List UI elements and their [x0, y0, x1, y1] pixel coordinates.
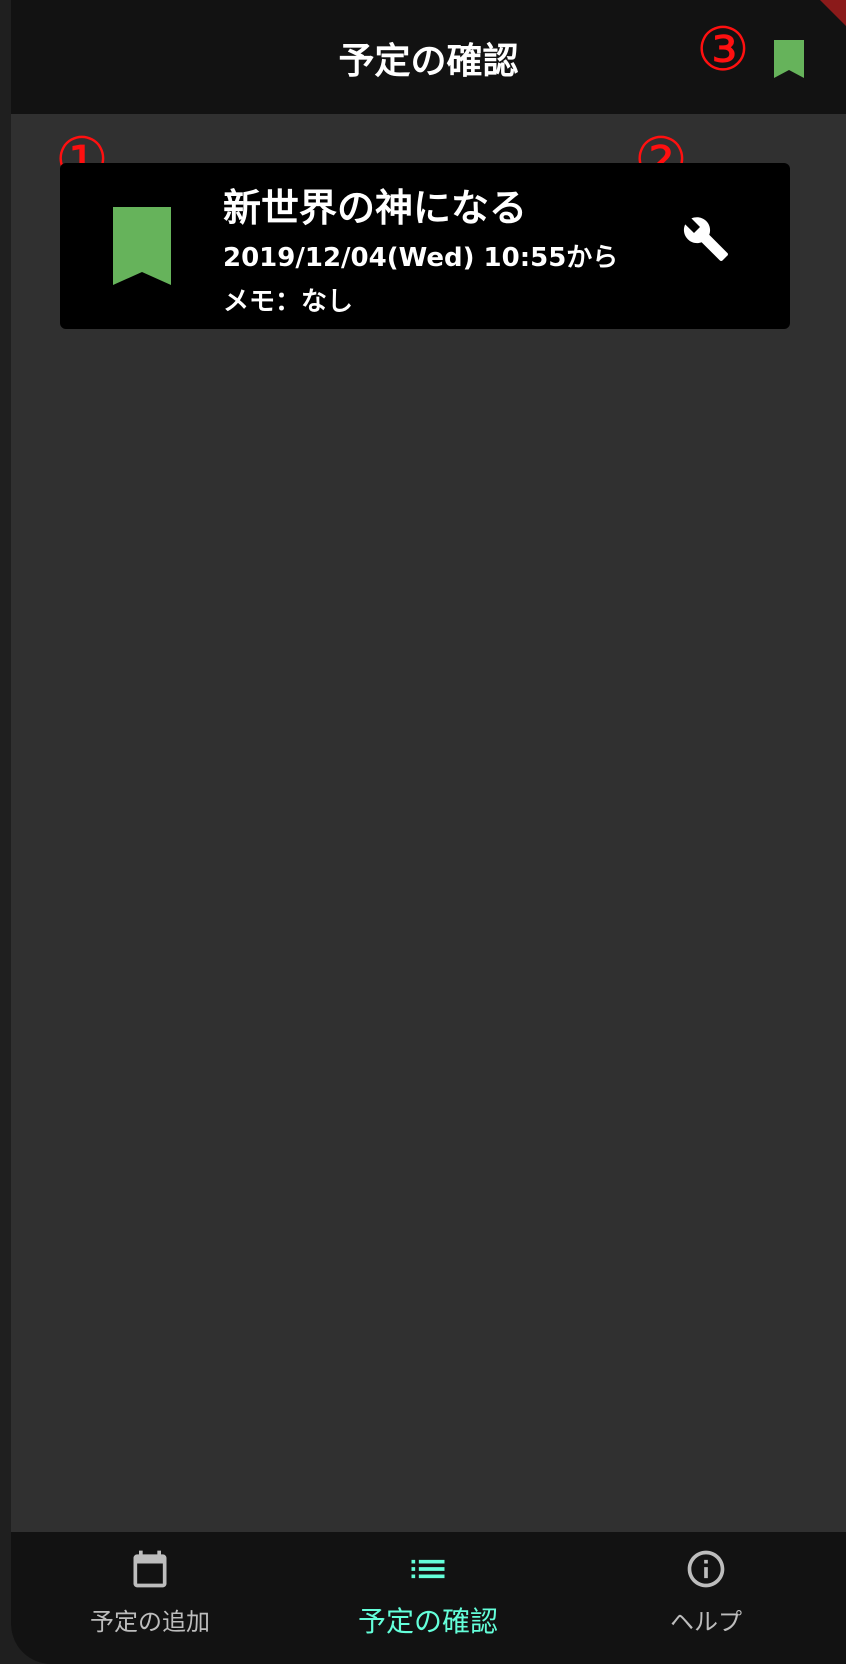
bookmark-icon[interactable]	[113, 207, 171, 285]
bottom-navigation: 予定の追加 予定の確認 ヘルプ	[11, 1532, 846, 1664]
nav-label: 予定の追加	[90, 1608, 210, 1636]
calendar-icon	[133, 1550, 167, 1588]
nav-item-add-schedule[interactable]: 予定の追加	[11, 1532, 289, 1664]
app-screen: 予定の確認 ③ ① ② 新世界の神になる 2019/12/04(Wed) 10:…	[11, 0, 846, 1664]
annotation-marker-3: ③	[696, 15, 750, 85]
nav-label: 予定の確認	[357, 1605, 498, 1638]
app-bar: 予定の確認 ③	[11, 0, 846, 114]
nav-label: ヘルプ	[670, 1608, 742, 1636]
schedule-memo: メモ：なし	[223, 287, 354, 317]
bookmark-icon[interactable]	[774, 40, 804, 78]
nav-item-help[interactable]: ヘルプ	[567, 1532, 845, 1664]
list-icon	[411, 1559, 445, 1579]
schedule-title: 新世界の神になる	[223, 186, 528, 230]
schedule-card[interactable]: 新世界の神になる 2019/12/04(Wed) 10:55から メモ：なし	[60, 163, 790, 329]
debug-banner	[820, 0, 846, 26]
nav-item-view-schedule[interactable]: 予定の確認	[289, 1532, 567, 1664]
wrench-icon[interactable]	[682, 215, 730, 263]
schedule-datetime: 2019/12/04(Wed) 10:55から	[223, 243, 619, 273]
info-icon	[687, 1550, 725, 1588]
